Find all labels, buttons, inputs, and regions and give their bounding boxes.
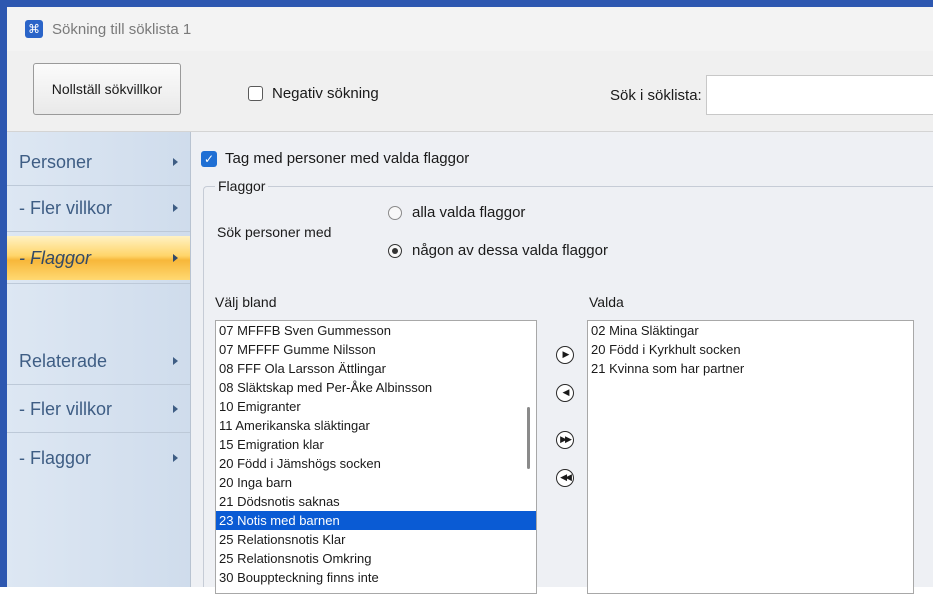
list-item[interactable]: 30 Bouppteckning finns inte <box>216 568 536 587</box>
list-item[interactable]: 20 Född i Jämshögs socken <box>216 454 536 473</box>
move-left-icon[interactable]: ◀ <box>556 384 574 402</box>
list-item[interactable]: 25 Relationsnotis Klar <box>216 530 536 549</box>
sidebar-item-label: Relaterade <box>19 350 108 371</box>
sidebar-item-label: - Flaggor <box>19 247 92 268</box>
move-all-left-icon[interactable]: ◀◀ <box>556 469 574 487</box>
reset-criteria-button[interactable]: Nollställ sökvillkor <box>33 63 181 115</box>
sidebar-item-flaggor[interactable]: - Flaggor <box>7 236 190 280</box>
selected-label: Valda <box>589 294 624 310</box>
radio-all-flags[interactable]: alla valda flaggor <box>388 204 525 221</box>
sidebar-divider <box>7 432 190 433</box>
chevron-right-icon <box>173 254 178 262</box>
window-border-left <box>0 0 7 587</box>
move-right-icon[interactable]: ▶ <box>556 346 574 364</box>
sidebar-item-label: Personer <box>19 151 93 172</box>
sidebar-item-label: - Flaggor <box>19 447 92 468</box>
sidebar-divider <box>7 384 190 385</box>
list-item[interactable]: 21 Kvinna som har partner <box>588 359 913 378</box>
sidebar-item-relaterade-flaggor[interactable]: - Flaggor <box>7 436 190 480</box>
negative-search-label: Negativ sökning <box>272 85 379 102</box>
list-item[interactable]: 20 Född i Kyrkhult socken <box>588 340 913 359</box>
flags-group-label: Flaggor <box>215 178 269 194</box>
negative-search-checkbox[interactable] <box>248 86 263 101</box>
app-icon: ⌘ <box>25 20 43 38</box>
radio-button[interactable] <box>388 205 402 220</box>
list-item[interactable]: 21 Dödsnotis saknas <box>216 492 536 511</box>
search-window: ⌘ Sökning till söklista 1 Nollställ sökv… <box>7 7 933 594</box>
list-item[interactable]: 25 Relationsnotis Omkring <box>216 549 536 568</box>
move-all-right-icon[interactable]: ▶▶ <box>556 431 574 449</box>
list-item[interactable]: 02 Mina Släktingar <box>588 321 913 340</box>
chevron-right-icon <box>173 204 178 212</box>
list-item[interactable]: 10 Emigranter <box>216 397 536 416</box>
available-flags-list[interactable]: 07 MFFFB Sven Gummesson 07 MFFFF Gumme Ni… <box>215 320 537 594</box>
radio-any-label: någon av dessa valda flaggor <box>412 242 608 259</box>
search-persons-label: Sök personer med <box>217 224 332 240</box>
sidebar-item-personer[interactable]: Personer <box>7 140 190 184</box>
sidebar-divider <box>7 283 190 284</box>
list-item[interactable]: 08 FFF Ola Larsson Ättlingar <box>216 359 536 378</box>
search-in-list-label: Sök i söklista: <box>610 87 702 104</box>
sidebar-item-relaterade-fler-villkor[interactable]: - Fler villkor <box>7 387 190 431</box>
sidebar-item-label: - Fler villkor <box>19 398 112 419</box>
list-item[interactable]: 15 Emigration klar <box>216 435 536 454</box>
sidebar: Personer - Fler villkor - Flaggor Relate… <box>7 132 191 587</box>
sidebar-divider <box>7 231 190 232</box>
choose-from-label: Välj bland <box>215 294 277 310</box>
include-flagged-option[interactable]: ✓ Tag med personer med valda flaggor <box>201 150 469 167</box>
radio-button[interactable] <box>388 243 402 258</box>
sidebar-item-label: - Fler villkor <box>19 197 112 218</box>
list-item[interactable]: 20 Inga barn <box>216 473 536 492</box>
chevron-right-icon <box>173 454 178 462</box>
window-border-top <box>0 0 933 7</box>
chosen-flags-list[interactable]: 02 Mina Släktingar 20 Född i Kyrkhult soc… <box>587 320 914 594</box>
toolbar: Nollställ sökvillkor Negativ sökning Sök… <box>7 51 933 132</box>
chevron-right-icon <box>173 158 178 166</box>
main-panel: ✓ Tag med personer med valda flaggor Fla… <box>191 132 933 594</box>
include-flagged-label: Tag med personer med valda flaggor <box>225 150 470 167</box>
negative-search-option[interactable]: Negativ sökning <box>248 85 379 102</box>
list-item[interactable]: 07 MFFFF Gumme Nilsson <box>216 340 536 359</box>
list-item[interactable]: 08 Släktskap med Per-Åke Albinsson <box>216 378 536 397</box>
scrollbar-thumb[interactable] <box>527 407 530 469</box>
radio-all-label: alla valda flaggor <box>412 204 526 221</box>
list-item[interactable]: 07 MFFFB Sven Gummesson <box>216 321 536 340</box>
title-bar: ⌘ Sökning till söklista 1 <box>7 7 933 51</box>
chevron-right-icon <box>173 357 178 365</box>
window-title: Sökning till söklista 1 <box>52 20 192 38</box>
list-item[interactable]: 23 Notis med barnen <box>216 511 536 530</box>
chevron-right-icon <box>173 405 178 413</box>
list-item[interactable]: 11 Amerikanska släktingar <box>216 416 536 435</box>
search-in-list-input[interactable] <box>706 75 933 115</box>
radio-any-flags[interactable]: någon av dessa valda flaggor <box>388 242 608 259</box>
sidebar-item-fler-villkor[interactable]: - Fler villkor <box>7 186 190 230</box>
checkmark-icon[interactable]: ✓ <box>201 150 217 167</box>
sidebar-item-relaterade[interactable]: Relaterade <box>7 339 190 383</box>
